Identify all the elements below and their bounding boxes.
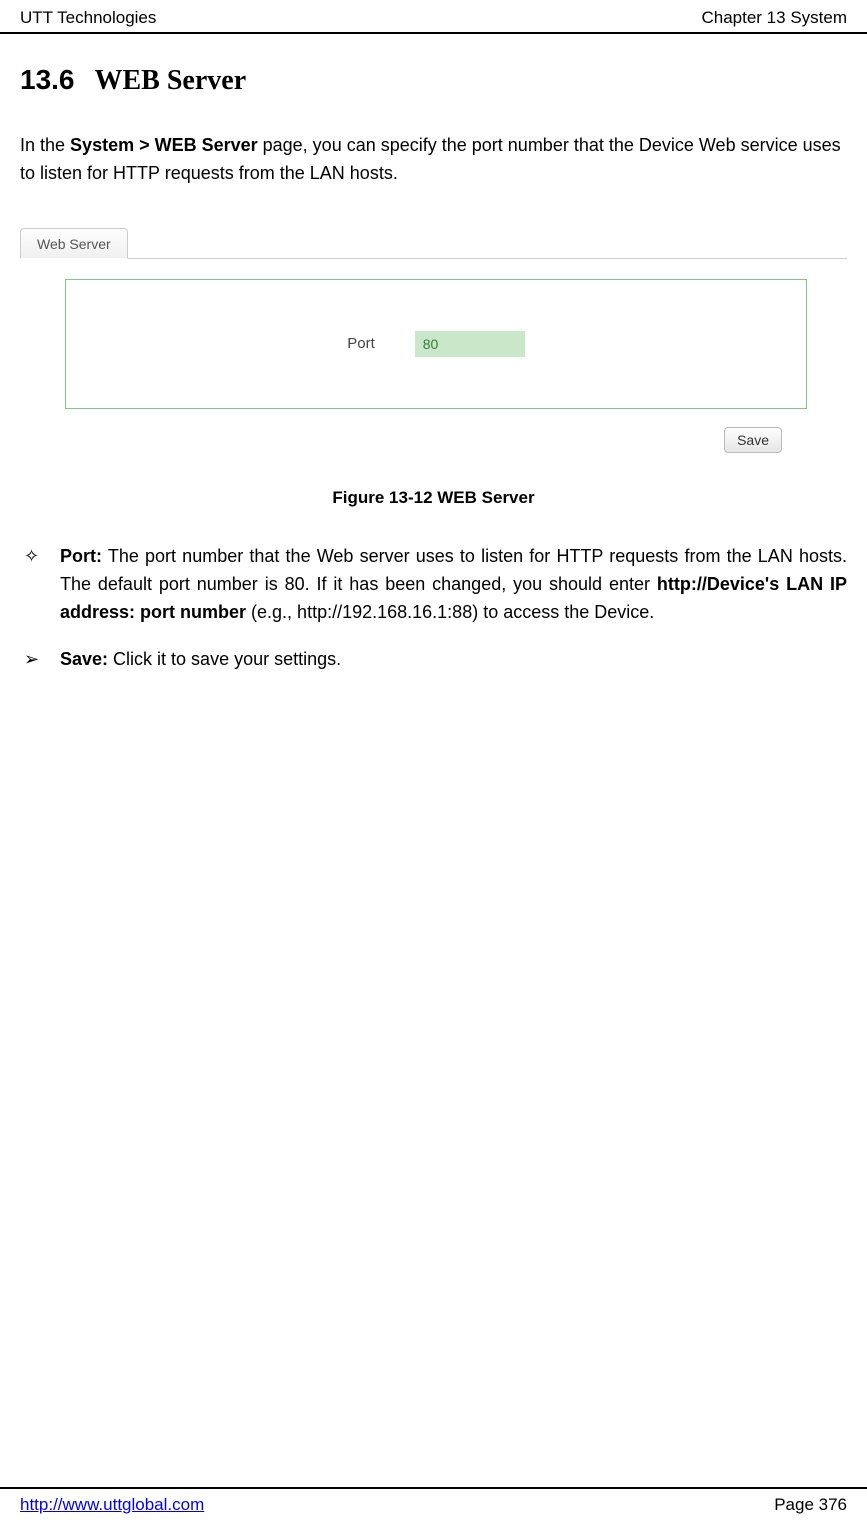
bullet-save-body: Save: Click it to save your settings. [60,646,847,674]
intro-paragraph: In the System > WEB Server page, you can… [20,132,847,188]
port-label: Port [347,335,375,352]
port-desc-2: (e.g., http://192.168.16.1:88) to access… [246,602,654,622]
port-input[interactable] [415,331,525,357]
bullet-port-body: Port: The port number that the Web serve… [60,543,847,627]
port-term: Port: [60,546,102,566]
page-content: 13.6 WEB Server In the System > WEB Serve… [0,34,867,674]
section-number: 13.6 [20,64,75,95]
section-title: WEB Server [95,65,247,96]
save-button[interactable]: Save [724,427,782,453]
header-chapter: Chapter 13 System [701,8,847,28]
figure-caption: Figure 13-12 WEB Server [20,488,847,508]
section-heading: 13.6 WEB Server [20,64,847,97]
save-term: Save: [60,649,108,669]
port-config-row: Port [347,331,525,357]
intro-prefix: In the [20,135,70,155]
bullet-save: ➢ Save: Click it to save your settings. [20,646,847,674]
save-desc: Click it to save your settings. [108,649,341,669]
arrow-bullet-icon: ➢ [20,646,60,674]
header-company: UTT Technologies [20,8,156,28]
intro-bold: System > WEB Server [70,135,258,155]
page-header: UTT Technologies Chapter 13 System [0,0,867,34]
web-server-screenshot: Web Server Port Save [20,223,847,453]
config-panel: Port [65,279,807,409]
save-row: Save [20,419,847,453]
tab-web-server[interactable]: Web Server [20,228,128,259]
page-footer: http://www.uttglobal.com Page 376 [0,1487,867,1515]
footer-page-number: Page 376 [774,1495,847,1515]
diamond-bullet-icon: ✧ [20,543,60,627]
bullet-port: ✧ Port: The port number that the Web ser… [20,543,847,627]
footer-url-link[interactable]: http://www.uttglobal.com [20,1495,204,1515]
tab-row: Web Server [20,223,847,259]
